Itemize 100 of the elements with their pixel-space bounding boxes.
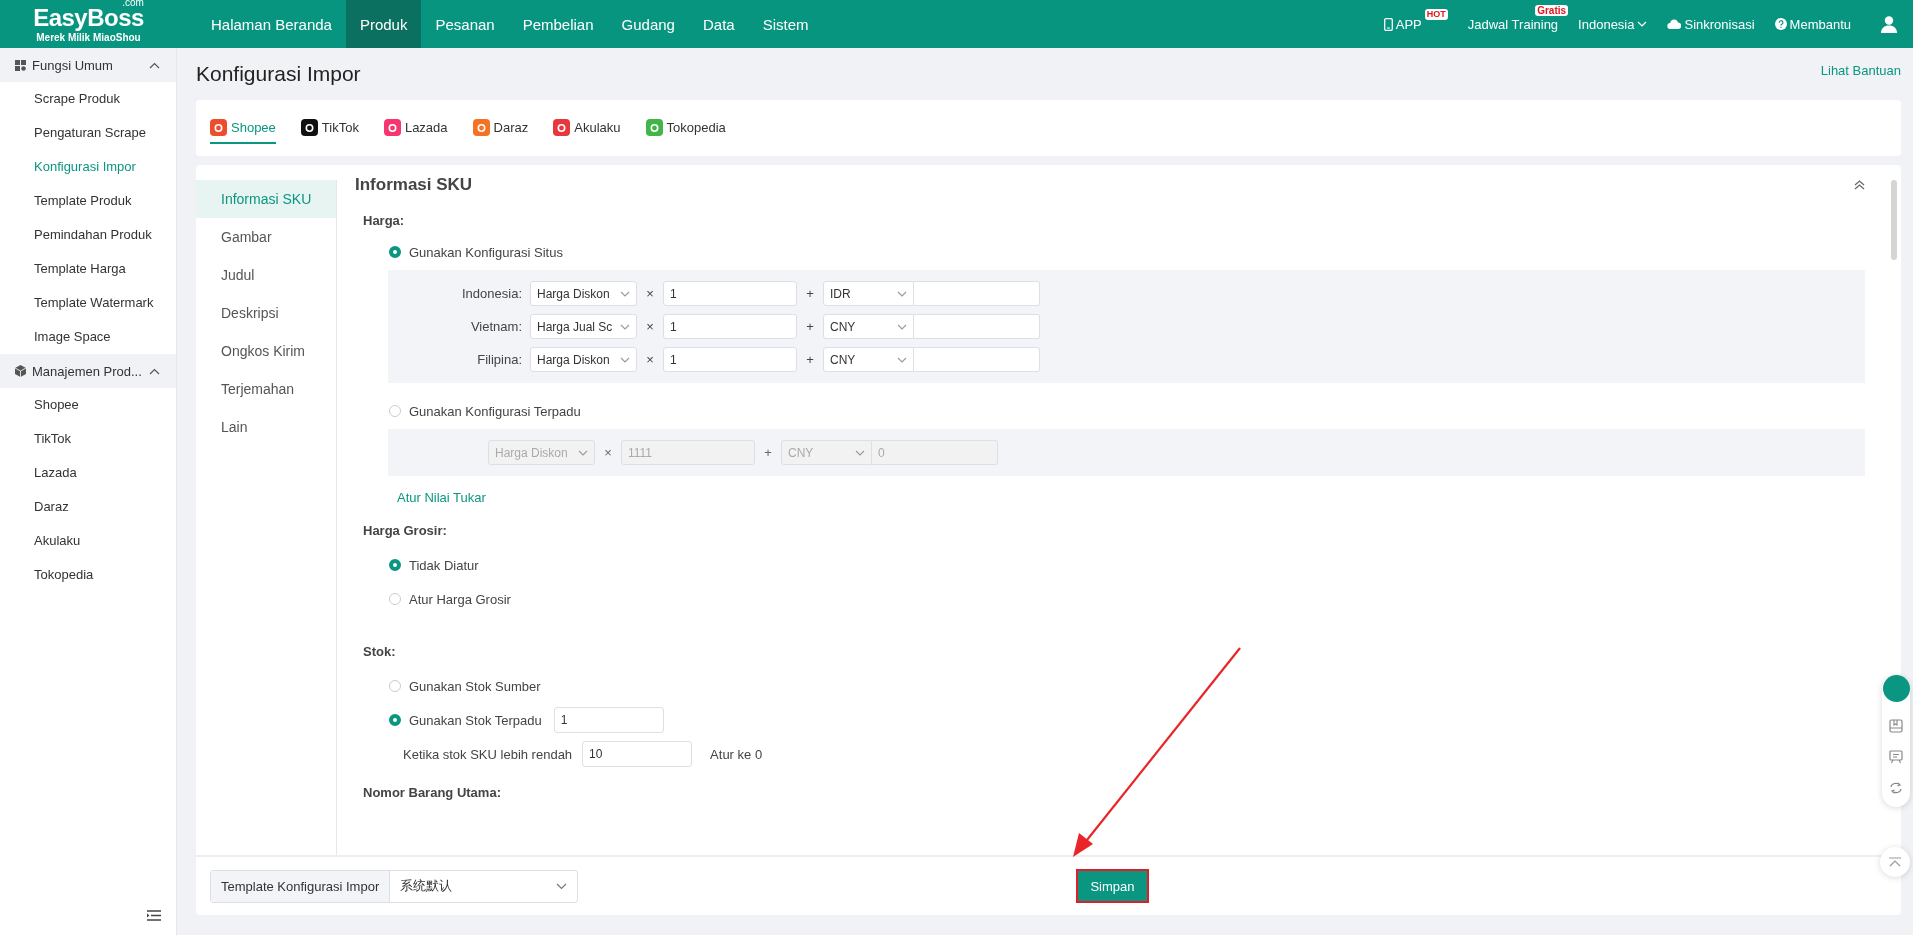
logo-suffix: .com: [122, 0, 144, 8]
plus-sign: +: [805, 319, 815, 334]
main-menu-item[interactable]: Sistem: [748, 0, 823, 48]
sidebar-item[interactable]: Pengaturan Scrape: [0, 116, 176, 150]
multiply-sign: ×: [645, 286, 655, 301]
sidebar-group-header[interactable]: Manajemen Prod...: [0, 354, 176, 388]
chevron-down-icon: [578, 449, 588, 456]
sidebar-item[interactable]: Lazada: [0, 456, 176, 490]
logo-tagline: Merek Milik MiaoShou: [36, 32, 141, 43]
sidebar-group-header[interactable]: Fungsi Umum: [0, 48, 176, 82]
amount-input[interactable]: [914, 281, 1040, 306]
radio-label: Atur Harga Grosir: [409, 591, 511, 607]
sidebar-item[interactable]: Scrape Produk: [0, 82, 176, 116]
threshold-suffix: Atur ke 0: [710, 746, 763, 762]
multiplier-input[interactable]: 1: [663, 281, 797, 306]
avatar-circle[interactable]: [1882, 675, 1910, 702]
chevron-down-icon: [897, 323, 907, 330]
price-type-select[interactable]: Harga Diskon: [530, 347, 637, 372]
amount-input[interactable]: [914, 347, 1040, 372]
sidebar-item[interactable]: Daraz: [0, 490, 176, 524]
country-label: Filipina:: [476, 352, 523, 367]
training-schedule-link[interactable]: Jadwal Training: [1467, 16, 1559, 32]
book-icon[interactable]: [1889, 719, 1903, 733]
page-title: Konfigurasi Impor: [196, 62, 361, 86]
phone-icon: [1383, 17, 1393, 31]
platform-tab[interactable]: Shopee: [210, 112, 276, 144]
exchange-rate-link[interactable]: Atur Nilai Tukar: [397, 490, 1865, 505]
field-label: Harga:: [363, 213, 406, 228]
platform-tab[interactable]: TikTok: [300, 112, 359, 144]
platform-tab[interactable]: Lazada: [383, 112, 448, 144]
section-title: Informasi SKU: [355, 175, 473, 195]
country-label: Vietnam:: [469, 319, 523, 334]
radio-button[interactable]: [389, 714, 401, 726]
currency-select[interactable]: CNY: [823, 314, 914, 339]
field-label: Stok:: [363, 644, 397, 659]
save-button[interactable]: Simpan: [1076, 869, 1149, 903]
help-link[interactable]: Membantu: [1789, 16, 1851, 32]
multiplier-input[interactable]: 1: [663, 314, 797, 339]
chevron-down-icon: [556, 882, 567, 890]
main-menu-item[interactable]: Pesanan: [421, 0, 509, 48]
sidebar-item[interactable]: Tokopedia: [0, 558, 176, 592]
scrollbar[interactable]: [1891, 180, 1897, 260]
field-label: Harga Grosir:: [363, 523, 448, 538]
threshold-input[interactable]: 10: [582, 741, 693, 767]
radio-label: Gunakan Stok Terpadu: [409, 712, 542, 728]
double-chevron-up-icon[interactable]: [1854, 180, 1865, 190]
radio-button[interactable]: [389, 559, 401, 571]
price-type-select[interactable]: Harga Jual Sc: [530, 314, 637, 339]
sidebar-item[interactable]: Konfigurasi Impor: [0, 150, 176, 184]
platform-tab[interactable]: Tokopedia: [645, 112, 726, 144]
amount-input[interactable]: [914, 314, 1040, 339]
sidebar-item[interactable]: Template Harga: [0, 252, 176, 286]
chat-icon[interactable]: [1889, 750, 1903, 764]
refresh-icon[interactable]: [1889, 781, 1903, 795]
main-menu-item[interactable]: Pembelian: [508, 0, 608, 48]
radio-button[interactable]: [389, 593, 401, 605]
main-menu-item[interactable]: Data: [688, 0, 749, 48]
free-label: Gratis: [1535, 4, 1569, 16]
radio-button[interactable]: [389, 680, 401, 692]
sidebar-item[interactable]: Template Produk: [0, 184, 176, 218]
hot-label: HOT: [1424, 8, 1448, 20]
section-nav-item[interactable]: Deskripsi: [196, 294, 336, 332]
section-nav-item[interactable]: Lain: [196, 408, 336, 446]
main-menu-item[interactable]: Halaman Beranda: [197, 0, 346, 48]
radio-button[interactable]: [389, 246, 401, 258]
plus-sign: +: [805, 286, 815, 301]
main-menu-item[interactable]: Gudang: [607, 0, 689, 48]
sidebar-item[interactable]: Pemindahan Produk: [0, 218, 176, 252]
sync-link[interactable]: Sinkronisasi: [1684, 16, 1755, 32]
menu-icon[interactable]: [147, 910, 161, 921]
app-link[interactable]: APP: [1395, 16, 1422, 32]
language-selector[interactable]: Indonesia: [1578, 16, 1635, 32]
chevron-down-icon: [1637, 21, 1648, 27]
platform-tab[interactable]: Akulaku: [553, 112, 621, 144]
currency-select[interactable]: CNY: [823, 347, 914, 372]
chevron-down-icon: [620, 290, 630, 297]
chevron-down-icon: [855, 449, 865, 456]
stock-input[interactable]: 1: [553, 707, 664, 733]
section-nav-item[interactable]: Ongkos Kirim: [196, 332, 336, 370]
sidebar-item[interactable]: Template Watermark: [0, 286, 176, 320]
section-nav-item[interactable]: Gambar: [196, 218, 336, 256]
threshold-label: Ketika stok SKU lebih rendah: [403, 746, 573, 762]
price-type-select[interactable]: Harga Diskon: [530, 281, 637, 306]
sidebar-item[interactable]: Image Space: [0, 320, 176, 354]
radio-button[interactable]: [389, 405, 401, 417]
radio-label: Gunakan Konfigurasi Terpadu: [409, 403, 581, 419]
user-icon[interactable]: [1881, 15, 1897, 33]
radio-label: Gunakan Stok Sumber: [409, 678, 541, 694]
section-nav-item[interactable]: Judul: [196, 256, 336, 294]
main-menu-item[interactable]: Produk: [345, 0, 422, 48]
field-label: Nomor Barang Utama:: [363, 785, 502, 800]
sidebar-item[interactable]: Akulaku: [0, 524, 176, 558]
chevron-down-icon: [897, 356, 907, 363]
sidebar-item[interactable]: Shopee: [0, 388, 176, 422]
platform-tab[interactable]: Daraz: [472, 112, 529, 144]
template-select[interactable]: Template Konfigurasi Impor 系统默认: [210, 869, 578, 903]
multiplier-input[interactable]: 1: [663, 347, 797, 372]
section-nav-item[interactable]: Terjemahan: [196, 370, 336, 408]
currency-select[interactable]: IDR: [823, 281, 914, 306]
sidebar-item[interactable]: TikTok: [0, 422, 176, 456]
